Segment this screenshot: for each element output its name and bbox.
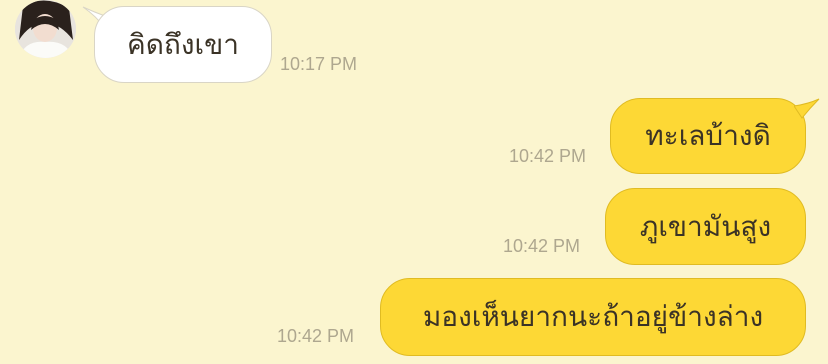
message-text: ทะเลบ้างดิ	[645, 119, 771, 152]
message-text: มองเห็นยากนะถ้าอยู่ข้างล่าง	[422, 300, 764, 333]
outgoing-bubble-tail	[794, 98, 820, 119]
message-timestamp: 10:17 PM	[280, 54, 358, 74]
message-bubble-outgoing[interactable]: มองเห็นยากนะถ้าอยู่ข้างล่าง	[380, 278, 806, 356]
avatar-photo-icon	[15, 0, 76, 58]
message-text: ภูเขามันสูง	[639, 209, 772, 243]
message-text: คิดถึงเขา	[127, 27, 239, 61]
message-timestamp: 10:42 PM	[509, 146, 587, 166]
message-timestamp: 10:42 PM	[277, 326, 355, 346]
message-bubble-outgoing[interactable]: ภูเขามันสูง	[605, 188, 806, 265]
message-bubble-outgoing[interactable]: ทะเลบ้างดิ	[610, 98, 806, 174]
message-bubble-incoming[interactable]: คิดถึงเขา	[94, 6, 272, 83]
message-timestamp: 10:42 PM	[503, 236, 581, 256]
contact-avatar[interactable]	[15, 0, 76, 58]
